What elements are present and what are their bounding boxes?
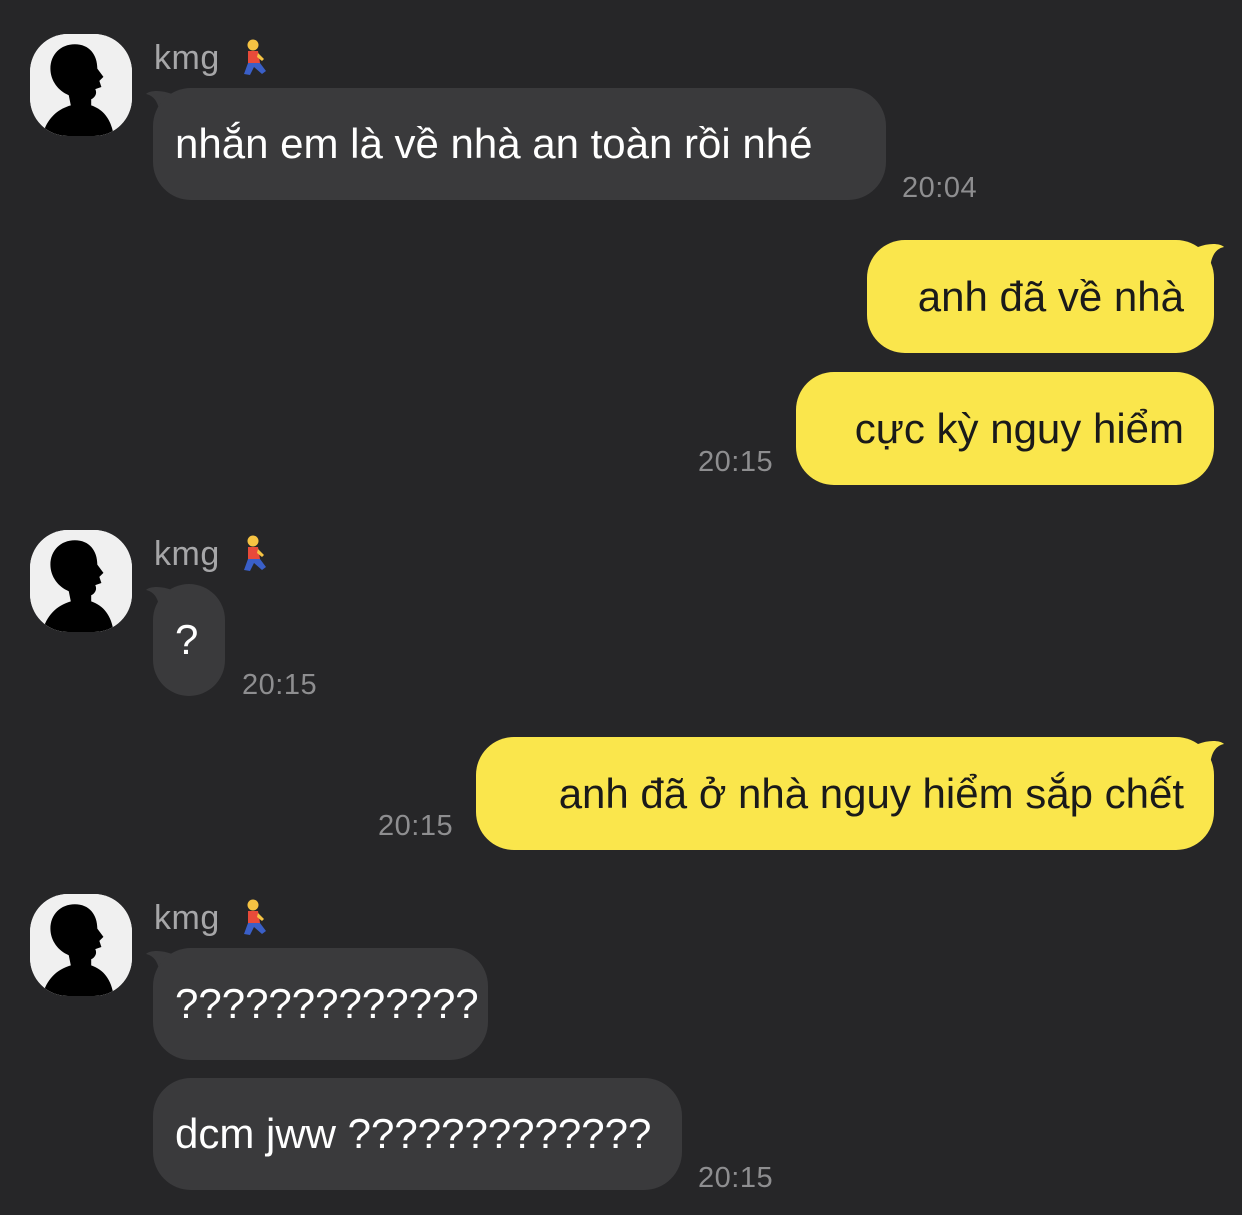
sender-name-row: kmg bbox=[154, 896, 270, 940]
kneeling-person-emoji-icon bbox=[240, 39, 270, 77]
silhouette-avatar-icon bbox=[30, 530, 132, 632]
message-timestamp: 20:15 bbox=[698, 1162, 774, 1194]
message-timestamp: 20:15 bbox=[242, 669, 318, 701]
message-timestamp: 20:15 bbox=[698, 446, 774, 478]
avatar[interactable] bbox=[30, 894, 132, 996]
silhouette-avatar-icon bbox=[30, 34, 132, 136]
kneeling-person-emoji-icon bbox=[240, 899, 270, 937]
sender-name-row: kmg bbox=[154, 532, 270, 576]
silhouette-avatar-icon bbox=[30, 894, 132, 996]
message-text: ????????????? bbox=[175, 980, 479, 1027]
message-text: dcm jww ????????????? bbox=[175, 1110, 652, 1157]
message-text: anh đã ở nhà nguy hiểm sắp chết bbox=[558, 769, 1184, 817]
sender-name: kmg bbox=[154, 534, 220, 573]
message-bubble-incoming[interactable]: ????????????? bbox=[153, 948, 488, 1060]
avatar[interactable] bbox=[30, 34, 132, 136]
message-text: ? bbox=[175, 616, 199, 663]
message-timestamp: 20:04 bbox=[902, 172, 978, 204]
message-bubble-outgoing[interactable]: anh đã ở nhà nguy hiểm sắp chết bbox=[476, 737, 1214, 850]
avatar[interactable] bbox=[30, 530, 132, 632]
sender-name: kmg bbox=[154, 898, 220, 937]
message-bubble-outgoing[interactable]: anh đã về nhà bbox=[867, 240, 1214, 353]
message-bubble-incoming[interactable]: ? bbox=[153, 584, 225, 696]
message-text: nhắn em là về nhà an toàn rồi nhé bbox=[175, 120, 813, 167]
message-text: anh đã về nhà bbox=[917, 272, 1184, 320]
kneeling-person-emoji-icon bbox=[240, 535, 270, 573]
message-bubble-outgoing[interactable]: cực kỳ nguy hiểm bbox=[796, 372, 1214, 485]
sender-name-row: kmg bbox=[154, 36, 270, 80]
message-timestamp: 20:15 bbox=[378, 810, 454, 842]
message-bubble-incoming[interactable]: nhắn em là về nhà an toàn rồi nhé bbox=[153, 88, 886, 200]
message-text: cực kỳ nguy hiểm bbox=[854, 404, 1184, 452]
sender-name: kmg bbox=[154, 38, 220, 77]
message-bubble-incoming[interactable]: dcm jww ????????????? bbox=[153, 1078, 682, 1190]
